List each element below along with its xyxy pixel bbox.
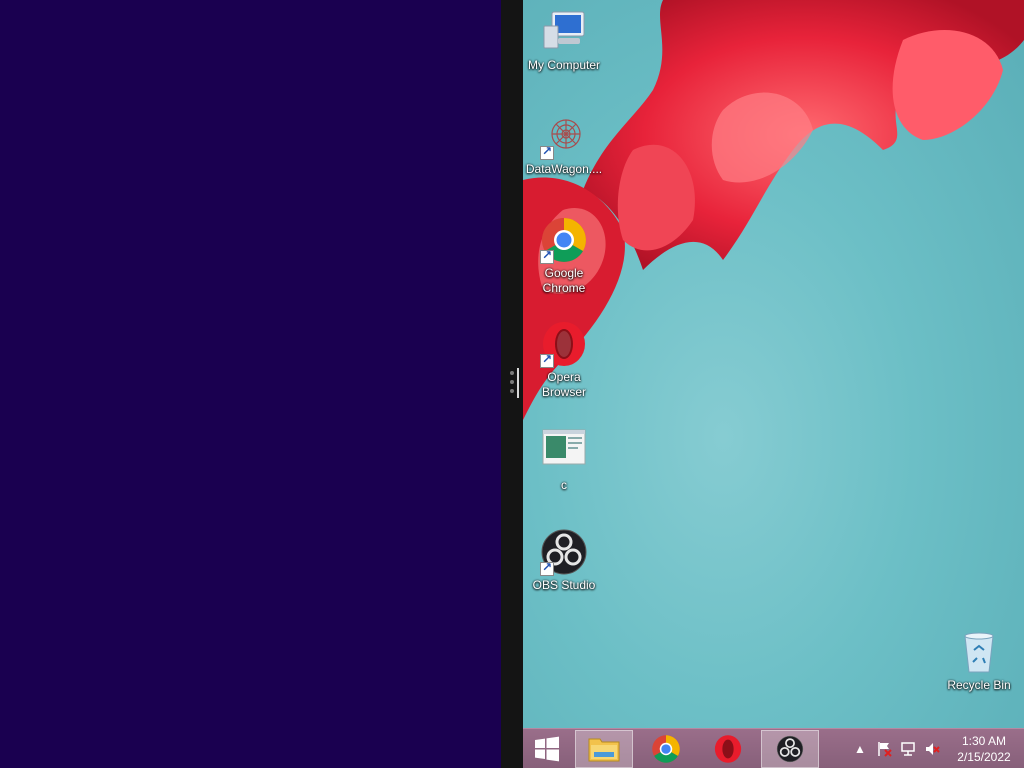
opera-icon (714, 735, 742, 763)
desktop-icon-c[interactable]: c (524, 424, 604, 493)
desktop-icon-label: DataWagon.... (525, 162, 603, 176)
splitter-grip-dots[interactable] (510, 371, 514, 398)
system-tray: ▲ 1:30 AM 2/15/2022 (844, 729, 1024, 768)
shortcut-arrow-icon (540, 248, 554, 264)
network-icon[interactable] (900, 741, 916, 757)
taskbar-opera[interactable] (699, 730, 757, 768)
snap-splitter[interactable] (501, 0, 523, 768)
desktop-icon-recycle-bin[interactable]: Recycle Bin (939, 628, 1019, 693)
action-center-flag-icon[interactable] (876, 741, 892, 757)
shortcut-arrow-icon (540, 352, 554, 368)
computer-icon (543, 11, 585, 49)
windows-logo-icon (535, 736, 559, 762)
shortcut-arrow-icon (540, 560, 554, 576)
taskbar-obs-studio[interactable] (761, 730, 819, 768)
desktop-icon-label: OBS Studio (532, 578, 596, 592)
desktop-icon-my-computer[interactable]: My Computer (524, 8, 604, 73)
chrome-icon (652, 735, 680, 763)
desktop-icon-obs-studio[interactable]: OBS Studio (524, 528, 604, 593)
splitter-handle[interactable] (517, 368, 519, 398)
desktop-icon-label: c (561, 478, 567, 492)
taskbar: ▲ 1:30 AM 2/15/2022 (523, 728, 1024, 768)
show-hidden-icons-chevron-icon[interactable]: ▲ (852, 741, 868, 757)
desktop-icon-label: Recycle Bin (947, 678, 1011, 692)
desktop-icon-google-chrome[interactable]: Google Chrome (524, 216, 604, 296)
shortcut-arrow-icon (540, 144, 554, 160)
desktop-icon-label: Opera Browser (541, 370, 586, 399)
taskbar-chrome[interactable] (637, 730, 695, 768)
desktop-icon-label: Google Chrome (542, 266, 586, 295)
volume-muted-icon[interactable] (924, 741, 940, 757)
desktop-icon-opera-browser[interactable]: Opera Browser (524, 320, 604, 400)
start-button[interactable] (523, 730, 571, 768)
taskbar-clock[interactable]: 1:30 AM 2/15/2022 (952, 733, 1016, 765)
taskbar-file-explorer[interactable] (575, 730, 633, 768)
desktop: My Computer DataWagon.... (523, 0, 1024, 728)
clock-date: 2/15/2022 (957, 750, 1011, 764)
folder-icon (588, 738, 620, 762)
desktop-icon-datawagon[interactable]: DataWagon.... (524, 112, 604, 177)
obs-icon (776, 735, 804, 763)
snapped-app-pane (0, 0, 501, 768)
recycle-bin-icon (964, 632, 994, 673)
desktop-icon-label: My Computer (527, 58, 601, 72)
image-file-icon (542, 429, 586, 465)
clock-time: 1:30 AM (961, 734, 1007, 748)
